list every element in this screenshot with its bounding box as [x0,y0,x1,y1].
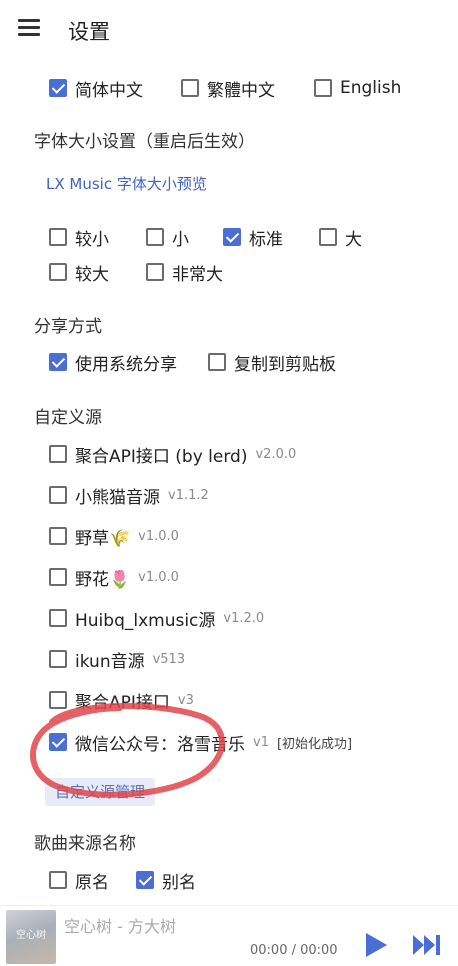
custom-source-checkbox[interactable]: 聚合API接口 (by lerd) v2.0.0 [49,438,296,470]
font-size-small-checkbox[interactable]: 小 [146,221,189,253]
checkbox-unchecked-icon [49,445,67,463]
font-size-heading: 字体大小设置（重启后生效） [34,132,255,152]
now-playing-track[interactable]: 空心树 - 方大树 [64,913,176,937]
custom-source-item: ikun音源 v513 [0,643,458,675]
custom-source-item: 聚合API接口 v3 [0,684,458,716]
custom-source-checkbox[interactable]: 微信公众号：洛雪音乐 v1 [初始化成功] [49,726,352,758]
checkbox-checked-icon [136,871,154,889]
checkbox-unchecked-icon [49,871,67,889]
share-options: 使用系统分享 复制到剪贴板 [0,346,458,378]
font-size-standard-checkbox[interactable]: 标准 [223,221,283,253]
checkbox-unchecked-icon [49,486,67,504]
font-size-smaller-checkbox[interactable]: 较小 [49,221,109,253]
checkbox-unchecked-icon [181,79,199,97]
checkbox-unchecked-icon [49,650,67,668]
song-source-name-options: 原名 别名 [0,864,458,896]
font-size-options-row-2: 较大 非常大 [0,256,458,288]
custom-source-checkbox[interactable]: Huibq_lxmusic源 v1.2.0 [49,602,264,634]
share-system-checkbox[interactable]: 使用系统分享 [49,346,177,378]
checkbox-checked-icon [49,733,67,751]
checkbox-unchecked-icon [208,353,226,371]
page-title: 设置 [68,20,110,44]
custom-source-heading: 自定义源 [34,408,102,428]
checkbox-unchecked-icon [319,228,337,246]
checkbox-unchecked-icon [49,527,67,545]
player-bar: 空心树 空心树 - 方大树 00:00 / 00:00 [0,905,458,966]
custom-source-checkbox[interactable]: 小熊猫音源 v1.1.2 [49,479,209,511]
checkbox-unchecked-icon [49,568,67,586]
checkbox-unchecked-icon [314,79,332,97]
custom-source-manage-button[interactable]: 自定义源管理 [45,778,156,806]
language-simplified-chinese-checkbox[interactable]: 简体中文 [49,72,143,104]
custom-source-item: 野草🌾 v1.0.0 [0,520,458,552]
language-options: 简体中文 繁體中文 English [0,72,458,104]
app-header: 设置 [0,0,458,58]
checkbox-checked-icon [49,353,67,371]
font-size-options-row-1: 较小 小 标准 大 [0,221,458,253]
font-size-larger-checkbox[interactable]: 较大 [49,256,109,288]
album-cover[interactable]: 空心树 [6,910,56,964]
custom-source-item: 聚合API接口 (by lerd) v2.0.0 [0,438,458,470]
checkbox-unchecked-icon [49,691,67,709]
custom-source-item: 小熊猫音源 v1.1.2 [0,479,458,511]
custom-source-checkbox[interactable]: 野草🌾 v1.0.0 [49,520,179,552]
song-source-name-heading: 歌曲来源名称 [34,834,136,854]
language-english-checkbox[interactable]: English [314,72,401,104]
language-traditional-chinese-checkbox[interactable]: 繁體中文 [181,72,275,104]
checkbox-unchecked-icon [49,263,67,281]
play-icon[interactable] [363,932,389,958]
font-size-large-checkbox[interactable]: 大 [319,221,362,253]
share-clipboard-checkbox[interactable]: 复制到剪贴板 [208,346,336,378]
checkbox-checked-icon [223,228,241,246]
font-size-preview-link[interactable]: LX Music 字体大小预览 [46,173,207,194]
settings-screen: 设置 语言 简体中文 繁體中文 English 字体大小设置（重启后生效） LX… [0,0,458,966]
checkbox-checked-icon [49,79,67,97]
custom-source-item: Huibq_lxmusic源 v1.2.0 [0,602,458,634]
song-source-alias-checkbox[interactable]: 别名 [136,864,196,896]
song-source-original-name-checkbox[interactable]: 原名 [49,864,109,896]
custom-source-item: 野花🌷 v1.0.0 [0,561,458,593]
status-badge: [初始化成功] [276,736,353,752]
share-heading: 分享方式 [34,317,102,337]
playback-time: 00:00 / 00:00 [250,943,338,958]
font-size-very-large-checkbox[interactable]: 非常大 [146,256,223,288]
checkbox-unchecked-icon [146,263,164,281]
hamburger-menu-icon[interactable] [18,19,40,37]
checkbox-unchecked-icon [49,609,67,627]
checkbox-unchecked-icon [146,228,164,246]
custom-source-checkbox[interactable]: 野花🌷 v1.0.0 [49,561,179,593]
skip-next-icon[interactable] [412,934,442,956]
custom-source-checkbox[interactable]: ikun音源 v513 [49,643,185,675]
checkbox-unchecked-icon [49,228,67,246]
custom-source-item: 微信公众号：洛雪音乐 v1 [初始化成功] [0,726,458,758]
custom-source-checkbox[interactable]: 聚合API接口 v3 [49,684,194,716]
